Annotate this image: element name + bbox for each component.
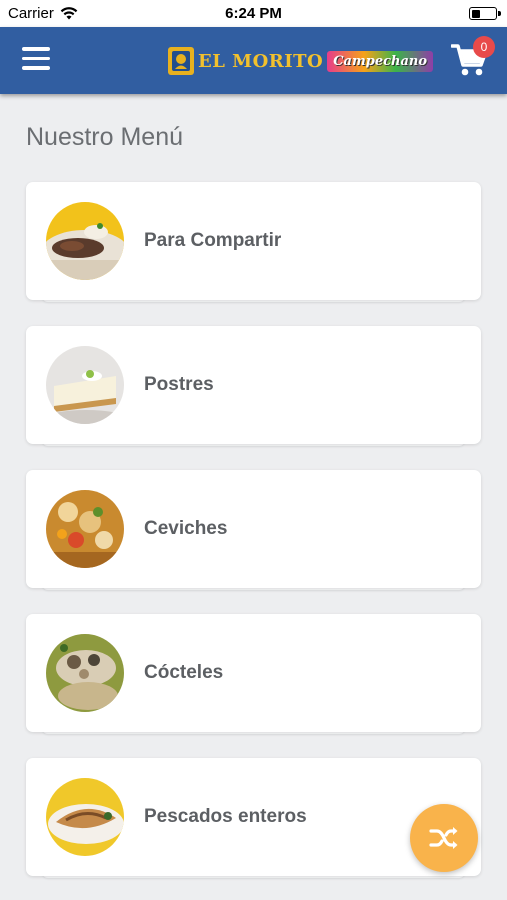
category-label: Postres bbox=[144, 374, 214, 395]
battery-icon bbox=[469, 7, 501, 20]
cocktail-thumbnail bbox=[46, 634, 124, 712]
brand-logo: EL MORITO Campechano bbox=[168, 44, 434, 78]
category-label: Pescados enteros bbox=[144, 806, 307, 827]
logo-text: EL MORITO bbox=[198, 50, 324, 72]
top-navbar: EL MORITO Campechano 0 bbox=[0, 27, 507, 94]
logo-emblem-icon bbox=[168, 47, 194, 75]
page-title: Nuestro Menú bbox=[26, 123, 184, 151]
category-card-postres[interactable]: Postres bbox=[26, 326, 481, 444]
hamburger-line bbox=[22, 66, 50, 70]
hamburger-line bbox=[22, 47, 50, 51]
shuffle-icon bbox=[429, 827, 458, 849]
pie-slice-thumbnail bbox=[46, 346, 124, 424]
category-card-para-compartir[interactable]: Para Compartir bbox=[26, 182, 481, 300]
cart-count-badge: 0 bbox=[473, 36, 495, 58]
category-card-ceviches[interactable]: Ceviches bbox=[26, 470, 481, 588]
category-label: Ceviches bbox=[144, 518, 228, 539]
platter-thumbnail bbox=[46, 202, 124, 280]
ceviche-thumbnail bbox=[46, 490, 124, 568]
fish-thumbnail bbox=[46, 778, 124, 856]
hamburger-menu-button[interactable] bbox=[22, 47, 50, 71]
category-card-cocteles[interactable]: Cócteles bbox=[26, 614, 481, 732]
battery-level bbox=[471, 9, 480, 18]
status-bar: Carrier 6:24 PM bbox=[0, 0, 507, 27]
category-card-pescados-enteros[interactable]: Pescados enteros bbox=[26, 758, 481, 876]
status-time: 6:24 PM bbox=[225, 5, 282, 22]
cart-button[interactable]: 0 bbox=[450, 36, 495, 78]
hamburger-line bbox=[22, 56, 50, 60]
logo-subtext: Campechano bbox=[327, 50, 434, 72]
category-label: Cócteles bbox=[144, 662, 224, 683]
shuffle-fab-button[interactable] bbox=[410, 804, 478, 872]
category-label: Para Compartir bbox=[144, 230, 282, 251]
